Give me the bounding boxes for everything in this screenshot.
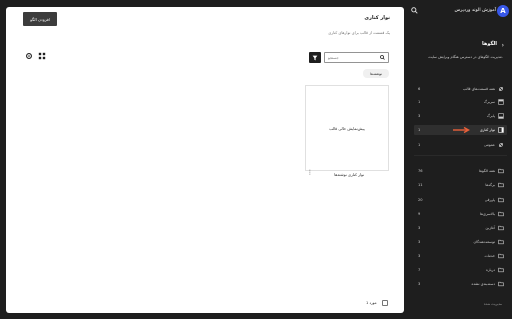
- site-name[interactable]: آموزش الوند وردپرس: [455, 8, 497, 13]
- pattern-card-title[interactable]: نوار کناری نوشته‌ها: [334, 172, 364, 177]
- sidebar-category-about[interactable]: 7 درباره: [414, 265, 507, 275]
- filter-button[interactable]: [309, 52, 321, 63]
- general-icon: [498, 142, 504, 148]
- item-count: 76: [418, 169, 423, 173]
- item-label: توسعه‌دهندگان: [473, 240, 495, 244]
- item-count: 1: [418, 100, 421, 104]
- site-logo[interactable]: A: [497, 5, 509, 17]
- item-label: همه قسمت‌های قالب: [463, 87, 495, 91]
- manage-link[interactable]: مدیریت شده: [484, 302, 502, 306]
- search-icon: [380, 55, 385, 60]
- item-label: برگه‌ها: [485, 183, 495, 187]
- sidebar-category-footers[interactable]: 20 پاورقی: [414, 195, 507, 205]
- sidebar-category-pages[interactable]: 11 برگه‌ها: [414, 180, 507, 190]
- page-title: نوار کناری: [364, 15, 390, 21]
- sidebar-description: مدیریت الگوهای در دسترس هنگام ویرایش سای…: [428, 55, 503, 59]
- folder-icon: [498, 253, 504, 259]
- grid-view-icon[interactable]: [38, 52, 46, 60]
- folder-icon: [498, 281, 504, 287]
- item-label: عمومی: [484, 143, 495, 147]
- add-pattern-button[interactable]: افزودن الگو: [23, 12, 57, 26]
- search-icon[interactable]: [411, 7, 418, 14]
- folder-icon: [498, 182, 504, 188]
- filter-chip-posts[interactable]: نوشته‌ها: [363, 69, 389, 78]
- item-label: پاورقی: [484, 198, 495, 202]
- sidebar-category-uncategorized[interactable]: 3 دسته‌بندی نشده: [414, 279, 507, 289]
- sidebar-category-services[interactable]: 3 خدمات: [414, 251, 507, 261]
- folder-icon: [498, 168, 504, 174]
- sidebar-category-developers[interactable]: 3 توسعه‌دهندگان: [414, 237, 507, 247]
- site-editor-sidebar: آموزش الوند وردپرس A › الگوها مدیریت الگ…: [404, 0, 512, 319]
- back-chevron-icon[interactable]: ›: [502, 42, 504, 49]
- item-count: 1: [418, 143, 421, 147]
- more-actions-icon[interactable]: ⋮: [307, 170, 313, 176]
- item-count: 6: [418, 87, 421, 91]
- patterns-main-panel: افزودن الگو نوار کناری یک قسمت از قالب ب…: [6, 7, 404, 313]
- item-label: بالاسری‌ها: [480, 212, 495, 216]
- folder-icon: [498, 211, 504, 217]
- items-count: 1 مورد: [366, 301, 377, 305]
- item-count: 7: [418, 268, 421, 272]
- filter-icon: [312, 55, 318, 60]
- item-label: دسته‌بندی نشده: [471, 282, 495, 286]
- pattern-card-preview[interactable]: پیش‌نمایش خالی قالب: [305, 85, 389, 171]
- header-icon: [498, 99, 504, 105]
- search-placeholder: جستجو: [328, 55, 339, 60]
- folder-icon: [498, 239, 504, 245]
- sidebar-category-all-patterns[interactable]: 76 همه الگوها: [414, 166, 507, 176]
- sidebar-heading: الگوها: [482, 41, 497, 47]
- item-count: 3: [418, 226, 421, 230]
- item-label: آغازین: [485, 226, 495, 230]
- folder-icon: [498, 225, 504, 231]
- search-input[interactable]: جستجو: [324, 52, 389, 63]
- item-label: درباره: [485, 268, 495, 272]
- item-count: 3: [418, 240, 421, 244]
- item-label: نوار کناری: [479, 128, 495, 132]
- sidebar-category-intro[interactable]: 3 آغازین: [414, 223, 507, 233]
- sidebar-divider: [414, 155, 507, 156]
- footer-icon: [498, 113, 504, 119]
- item-label: پابرگ: [486, 114, 495, 118]
- folder-icon: [498, 197, 504, 203]
- template-parts-icon: [498, 86, 504, 92]
- gear-icon[interactable]: [25, 52, 33, 60]
- item-label: خدمات: [484, 254, 495, 258]
- sidebar-category-headers[interactable]: 9 بالاسری‌ها: [414, 209, 507, 219]
- item-count: 20: [418, 198, 423, 202]
- item-count: 3: [418, 282, 421, 286]
- sidebar-item-all-template-parts[interactable]: 6 همه قسمت‌های قالب: [414, 84, 507, 94]
- page-subtitle: یک قسمت از قالب برای نوارهای کناری: [328, 30, 390, 35]
- item-count: 1: [418, 128, 421, 132]
- pointer-arrow-icon: [453, 127, 470, 133]
- sidebar-icon: [498, 127, 504, 133]
- item-count: 3: [418, 114, 421, 118]
- select-all-checkbox[interactable]: [382, 300, 388, 306]
- item-count: 3: [418, 254, 421, 258]
- item-label: همه الگوها: [479, 169, 495, 173]
- item-count: 9: [418, 212, 421, 216]
- item-label: سربرگ: [483, 100, 495, 104]
- sidebar-item-header[interactable]: 1 سربرگ: [414, 97, 507, 107]
- item-count: 11: [418, 183, 423, 187]
- pattern-card-placeholder: پیش‌نمایش خالی قالب: [329, 125, 365, 131]
- sidebar-item-general[interactable]: 1 عمومی: [414, 140, 507, 150]
- sidebar-item-footer[interactable]: 3 پابرگ: [414, 111, 507, 121]
- folder-icon: [498, 267, 504, 273]
